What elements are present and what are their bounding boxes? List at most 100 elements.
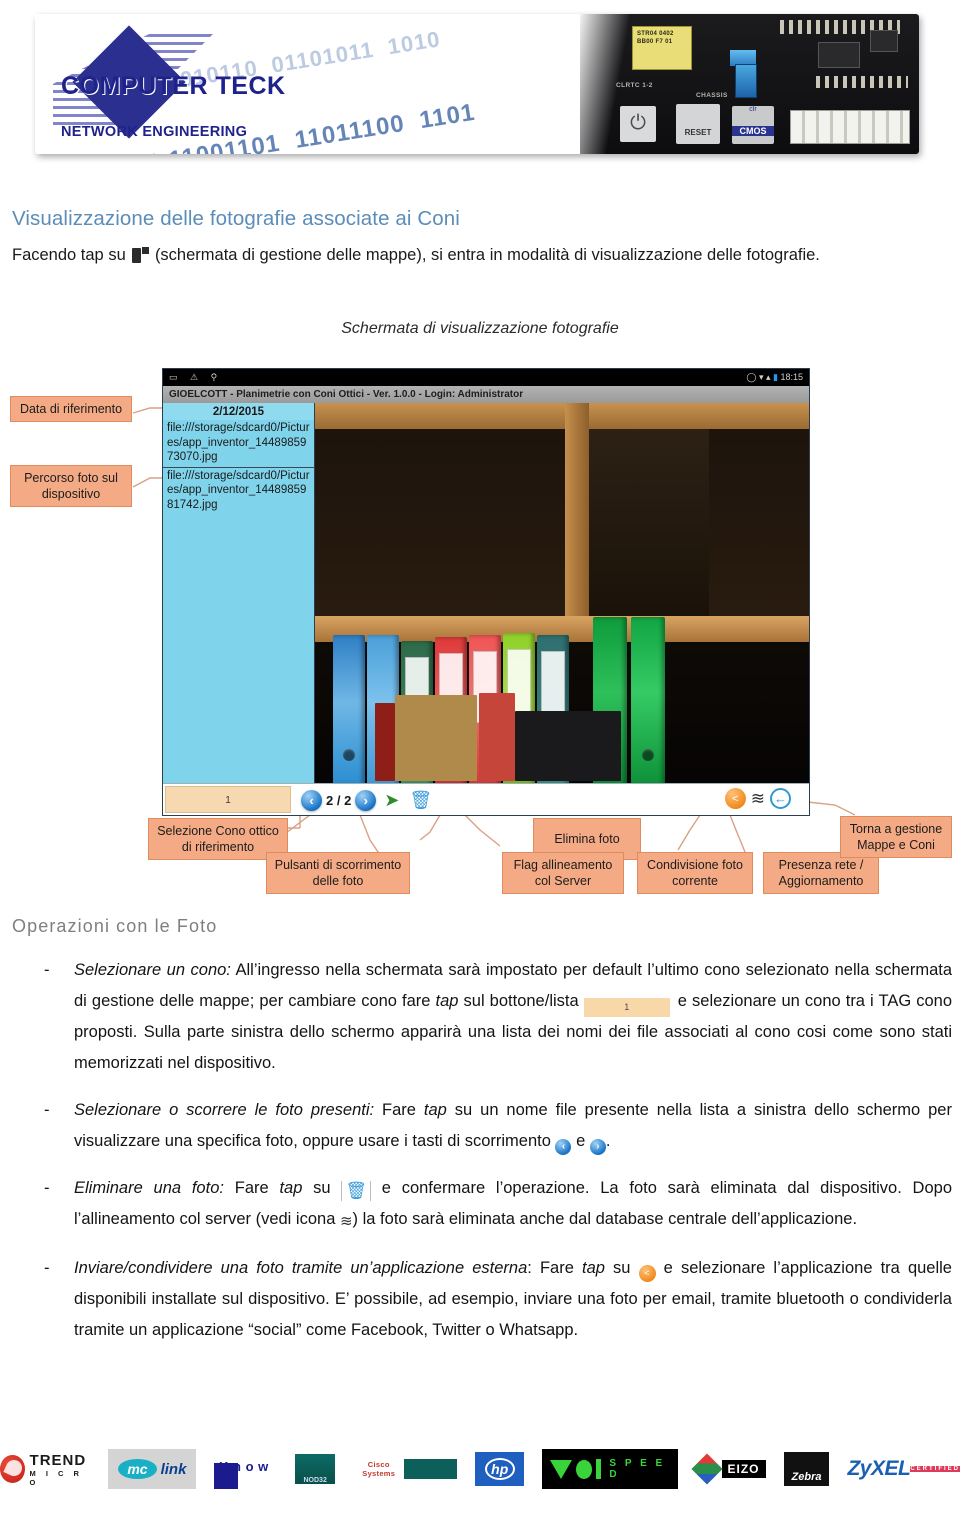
header-banner: 01 01010110 01101011 1010 01 11001101 11…: [35, 14, 919, 154]
annotated-figure: ▭ ⚠ ⚲ ◯ ▾ ▴ ▮ 18:15 GIOELCOTT - Planimet…: [0, 360, 960, 900]
trend-micro-swirl-icon: [0, 1455, 25, 1483]
logo-text: TREND: [29, 1451, 87, 1469]
operation-lead: Eliminare una foto:: [74, 1179, 224, 1197]
logo-text: Cisco Systems: [362, 1460, 396, 1478]
next-photo-button[interactable]: ›: [355, 789, 377, 811]
operation-tap-word: tap: [435, 992, 459, 1010]
photo-viewer[interactable]: [315, 403, 809, 785]
logo-subtext: M I C R O: [29, 1468, 83, 1487]
callout-percorso-foto: Percorso foto sul dispositivo: [10, 465, 132, 507]
shelf-post: [565, 403, 589, 642]
operation-body: Fare: [374, 1101, 424, 1119]
logo-eizo: EIZO: [690, 1449, 766, 1489]
reference-date: 2/12/2015: [163, 403, 314, 420]
delete-photo-icon: 🗑: [341, 1181, 371, 1201]
callout-data-riferimento: Data di riferimento: [10, 396, 132, 422]
app-content-area: 2/12/2015 file:///storage/sdcard0/Pictur…: [163, 403, 809, 785]
lower-box: [395, 695, 477, 781]
operation-body: : Fare: [527, 1259, 582, 1277]
logo-text: hp: [484, 1458, 515, 1480]
app-title-bar: GIOELCOTT - Planimetrie con Coni Ottici …: [163, 386, 809, 403]
logo-mc-link: mc link: [108, 1449, 197, 1489]
callout-presenza-rete: Presenza rete / Aggiornamento: [763, 852, 879, 894]
list-item[interactable]: file:///storage/sdcard0/Pictures/app_inv…: [163, 468, 314, 515]
page-title: Visualizzazione delle fotografie associa…: [12, 207, 460, 230]
figure-caption: Schermata di visualizzazione fotografie: [341, 320, 619, 337]
logo-company-name: COMPUTER TECK: [61, 72, 286, 100]
voispeed-circle-icon: [576, 1459, 593, 1479]
footer-partner-logos: TREND M I C R O mc link K n o w K NOD32 …: [0, 1441, 960, 1497]
trend-micro-wordmark: TREND M I C R O: [30, 1452, 91, 1487]
toolbar-right-group: < ≋ ←: [724, 788, 791, 809]
list-item[interactable]: file:///storage/sdcard0/Pictures/app_inv…: [163, 420, 314, 468]
list-dash: -: [44, 1259, 50, 1277]
callout-flag-allineamento: Flag allineamento col Server: [502, 852, 624, 894]
delete-photo-icon[interactable]: 🗑: [409, 790, 432, 811]
lower-box: [515, 711, 621, 781]
next-photo-icon: ›: [589, 1139, 606, 1155]
lower-box: [375, 703, 395, 781]
clear-cmos-button-icon: clr CMOS: [732, 106, 774, 144]
previous-photo-button[interactable]: ‹: [301, 789, 322, 811]
back-to-maps-button[interactable]: ←: [770, 788, 791, 809]
network-status-icon[interactable]: ≋: [751, 790, 765, 807]
silkscreen-text: CHASSIS: [696, 92, 728, 99]
logo-hp: hp: [475, 1452, 525, 1486]
capacitor-icon: [735, 64, 757, 98]
silkscreen-text: CLRTC 1-2: [616, 82, 653, 89]
logo-text: K n o w K: [219, 1459, 269, 1489]
reset-button-icon: RESET: [676, 104, 720, 144]
logo-tagline: NETWORK ENGINEERING: [61, 124, 248, 140]
logo-text: Zebra: [791, 1471, 822, 1483]
banner-right-motherboard-photo: STR04 0402 BB00 F7 01 CLRTC 1-2 CHASSIS …: [580, 14, 919, 154]
battery-icon: ▮: [773, 372, 778, 382]
operations-list: - Selezionare un cono: All’ingresso nell…: [12, 955, 952, 1362]
logo-voispeed: S P E E D: [542, 1449, 678, 1489]
logo-subtext: CERTIFIED: [910, 1466, 960, 1472]
section-heading: Operazioni con le Foto: [12, 916, 218, 936]
network-status-icon: ≋: [339, 1213, 353, 1230]
logo-text: EIZO: [721, 1460, 766, 1478]
cmos-label: clr: [749, 106, 757, 113]
callout-pulsanti-scorrimento: Pulsanti di scorrimento delle foto: [266, 852, 410, 894]
cisco-bridge-icon: [404, 1459, 458, 1479]
operation-lead: Selezionare o scorrere le foto presenti:: [74, 1101, 375, 1119]
cone-selector-button[interactable]: 1: [165, 786, 291, 813]
logo-trend-micro: TREND M I C R O: [0, 1449, 90, 1489]
banner-left-graphic: 01 01010110 01101011 1010 01 11001101 11…: [35, 14, 595, 154]
list-dash: -: [44, 1179, 50, 1197]
intro-paragraph: Facendo tap su (schermata di gestione de…: [12, 240, 948, 270]
logo-text: S P E E D: [609, 1458, 666, 1480]
shelf-right-bay: [589, 429, 709, 616]
shelf-top: [315, 403, 809, 429]
logo-know-k: K n o w K: [214, 1449, 276, 1489]
chip-sticker: STR04 0402 BB00 F7 01: [632, 26, 692, 70]
status-bar-right: ◯ ▾ ▴ ▮ 18:15: [746, 369, 803, 386]
list-dash: -: [44, 961, 50, 979]
operation-lead: Inviare/condividere una foto tramite un’…: [74, 1259, 528, 1277]
previous-photo-icon: ‹: [555, 1139, 572, 1155]
operation-body: su: [302, 1179, 342, 1197]
logo-text: NOD32: [303, 1477, 327, 1484]
resistor-row-icon: [816, 76, 908, 88]
document-page: 01 01010110 01101011 1010 01 11001101 11…: [0, 0, 960, 1515]
share-photo-icon[interactable]: <: [724, 788, 746, 809]
list-item-selezionare-un-cono: - Selezionare un cono: All’ingresso nell…: [12, 955, 952, 1079]
logo-zebra: Zebra: [783, 1452, 830, 1486]
photo-file-list: 2/12/2015 file:///storage/sdcard0/Pictur…: [163, 403, 315, 785]
operation-lead: Selezionare un cono:: [74, 961, 231, 979]
list-item-eliminare-una-foto: - Eliminare una foto: Fare tap su 🗑 e co…: [12, 1173, 952, 1237]
operation-body: su: [604, 1259, 639, 1277]
cone-selector-chip: 1: [583, 998, 670, 1017]
callout-condivisione-foto: Condivisione foto corrente: [637, 852, 753, 894]
voispeed-bar-icon: [596, 1459, 602, 1479]
callout-torna-gestione: Torna a gestione Mappe e Coni: [840, 816, 952, 858]
photo-toolbar: 1 ‹ 2 / 2 › ➤ 🗑 < ≋ ←: [163, 783, 809, 815]
ic-chip-icon: [870, 30, 898, 52]
operation-body: .: [605, 1132, 611, 1150]
lower-box: [479, 693, 515, 781]
intro-text-after: (schermata di gestione delle mappe), si …: [154, 246, 820, 264]
server-sync-flag-icon[interactable]: ➤: [384, 791, 399, 809]
ic-chip-icon: [818, 42, 860, 68]
company-logo: COMPUTER TECK NETWORK ENGINEERING: [53, 26, 313, 144]
